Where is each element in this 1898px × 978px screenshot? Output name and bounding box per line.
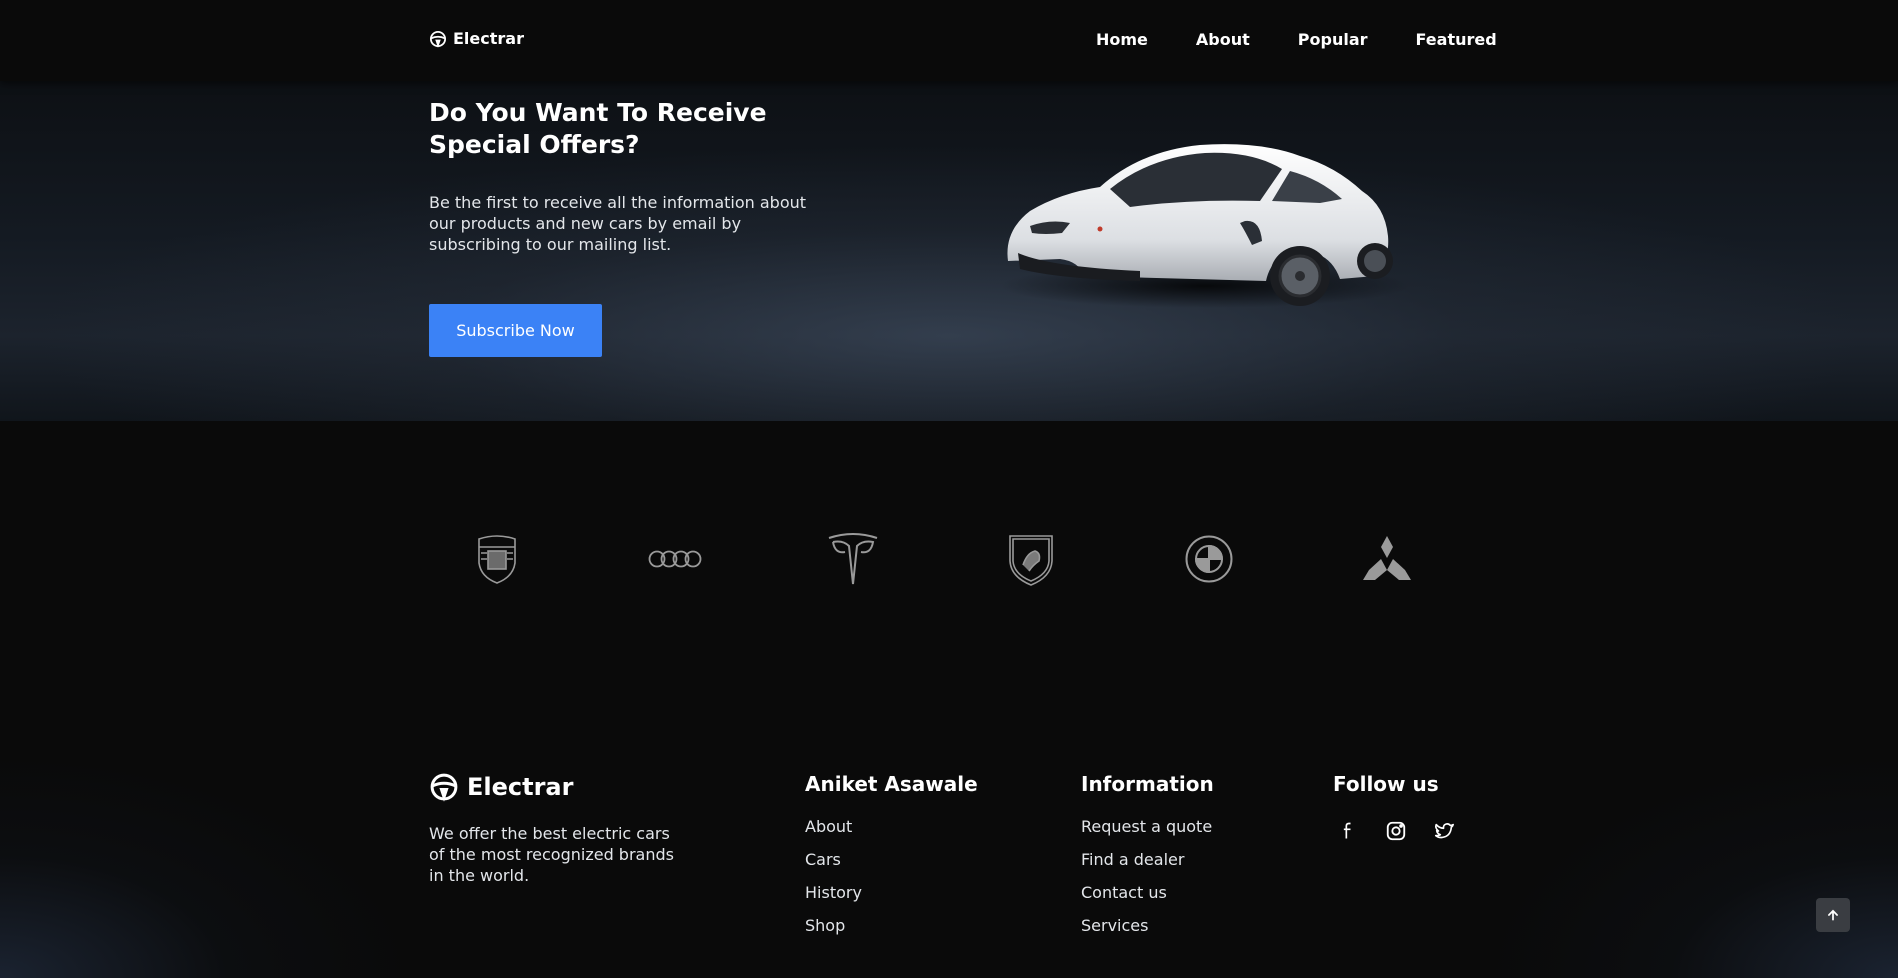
footer-column-company: Aniket Asawale About Cars History Shop	[805, 772, 978, 948]
scroll-top-button[interactable]	[1816, 898, 1850, 932]
car-image	[1000, 144, 1410, 308]
footer-link-contact[interactable]: Contact us	[1081, 882, 1214, 903]
tesla-logo	[825, 531, 881, 587]
brands-section	[0, 421, 1898, 656]
social-links	[1333, 816, 1459, 846]
nav-about[interactable]: About	[1196, 30, 1250, 49]
footer-link-shop[interactable]: Shop	[805, 915, 978, 936]
porsche-logo	[469, 531, 525, 587]
footer-column-title: Information	[1081, 772, 1214, 796]
nav-popular[interactable]: Popular	[1298, 30, 1368, 49]
subscribe-section: Do You Want To Receive Special Offers? B…	[0, 81, 1898, 421]
audi-logo	[647, 531, 703, 587]
footer-link-find-dealer[interactable]: Find a dealer	[1081, 849, 1214, 870]
page: Electrar Home About Popular Featured Do …	[0, 0, 1898, 978]
steering-wheel-icon	[429, 30, 447, 48]
header-logo[interactable]: Electrar	[429, 29, 524, 48]
footer-column-title: Aniket Asawale	[805, 772, 978, 796]
footer-link-cars[interactable]: Cars	[805, 849, 978, 870]
footer-link-services[interactable]: Services	[1081, 915, 1214, 936]
subscribe-title: Do You Want To Receive Special Offers?	[429, 98, 767, 159]
footer-column-follow: Follow us	[1333, 772, 1459, 846]
header-logo-text: Electrar	[453, 29, 524, 48]
subscribe-button[interactable]: Subscribe Now	[429, 304, 602, 357]
site-header: Electrar Home About Popular Featured	[0, 0, 1898, 81]
facebook-icon[interactable]	[1333, 816, 1363, 846]
steering-wheel-icon	[429, 772, 459, 802]
main-nav: Home About Popular Featured	[1096, 30, 1497, 49]
mitsubishi-logo	[1359, 531, 1415, 587]
footer-column-information: Information Request a quote Find a deale…	[1081, 772, 1214, 948]
subscribe-description: Be the first to receive all the informat…	[429, 193, 807, 254]
footer-follow-title: Follow us	[1333, 772, 1439, 796]
instagram-icon[interactable]	[1381, 816, 1411, 846]
arrow-up-icon	[1828, 909, 1838, 921]
footer-link-about[interactable]: About	[805, 816, 978, 837]
footer-logo-text: Electrar	[467, 773, 574, 801]
nav-featured[interactable]: Featured	[1416, 30, 1497, 49]
lamborghini-logo	[1003, 531, 1059, 587]
twitter-icon[interactable]	[1429, 816, 1459, 846]
bmw-logo	[1181, 531, 1237, 587]
footer-link-request-quote[interactable]: Request a quote	[1081, 816, 1214, 837]
footer-link-history[interactable]: History	[805, 882, 978, 903]
footer-description: We offer the best electric cars of the m…	[429, 824, 674, 885]
footer-logo[interactable]: Electrar	[429, 772, 573, 802]
nav-home[interactable]: Home	[1096, 30, 1148, 49]
site-footer: Electrar We offer the best electric cars…	[0, 656, 1898, 978]
